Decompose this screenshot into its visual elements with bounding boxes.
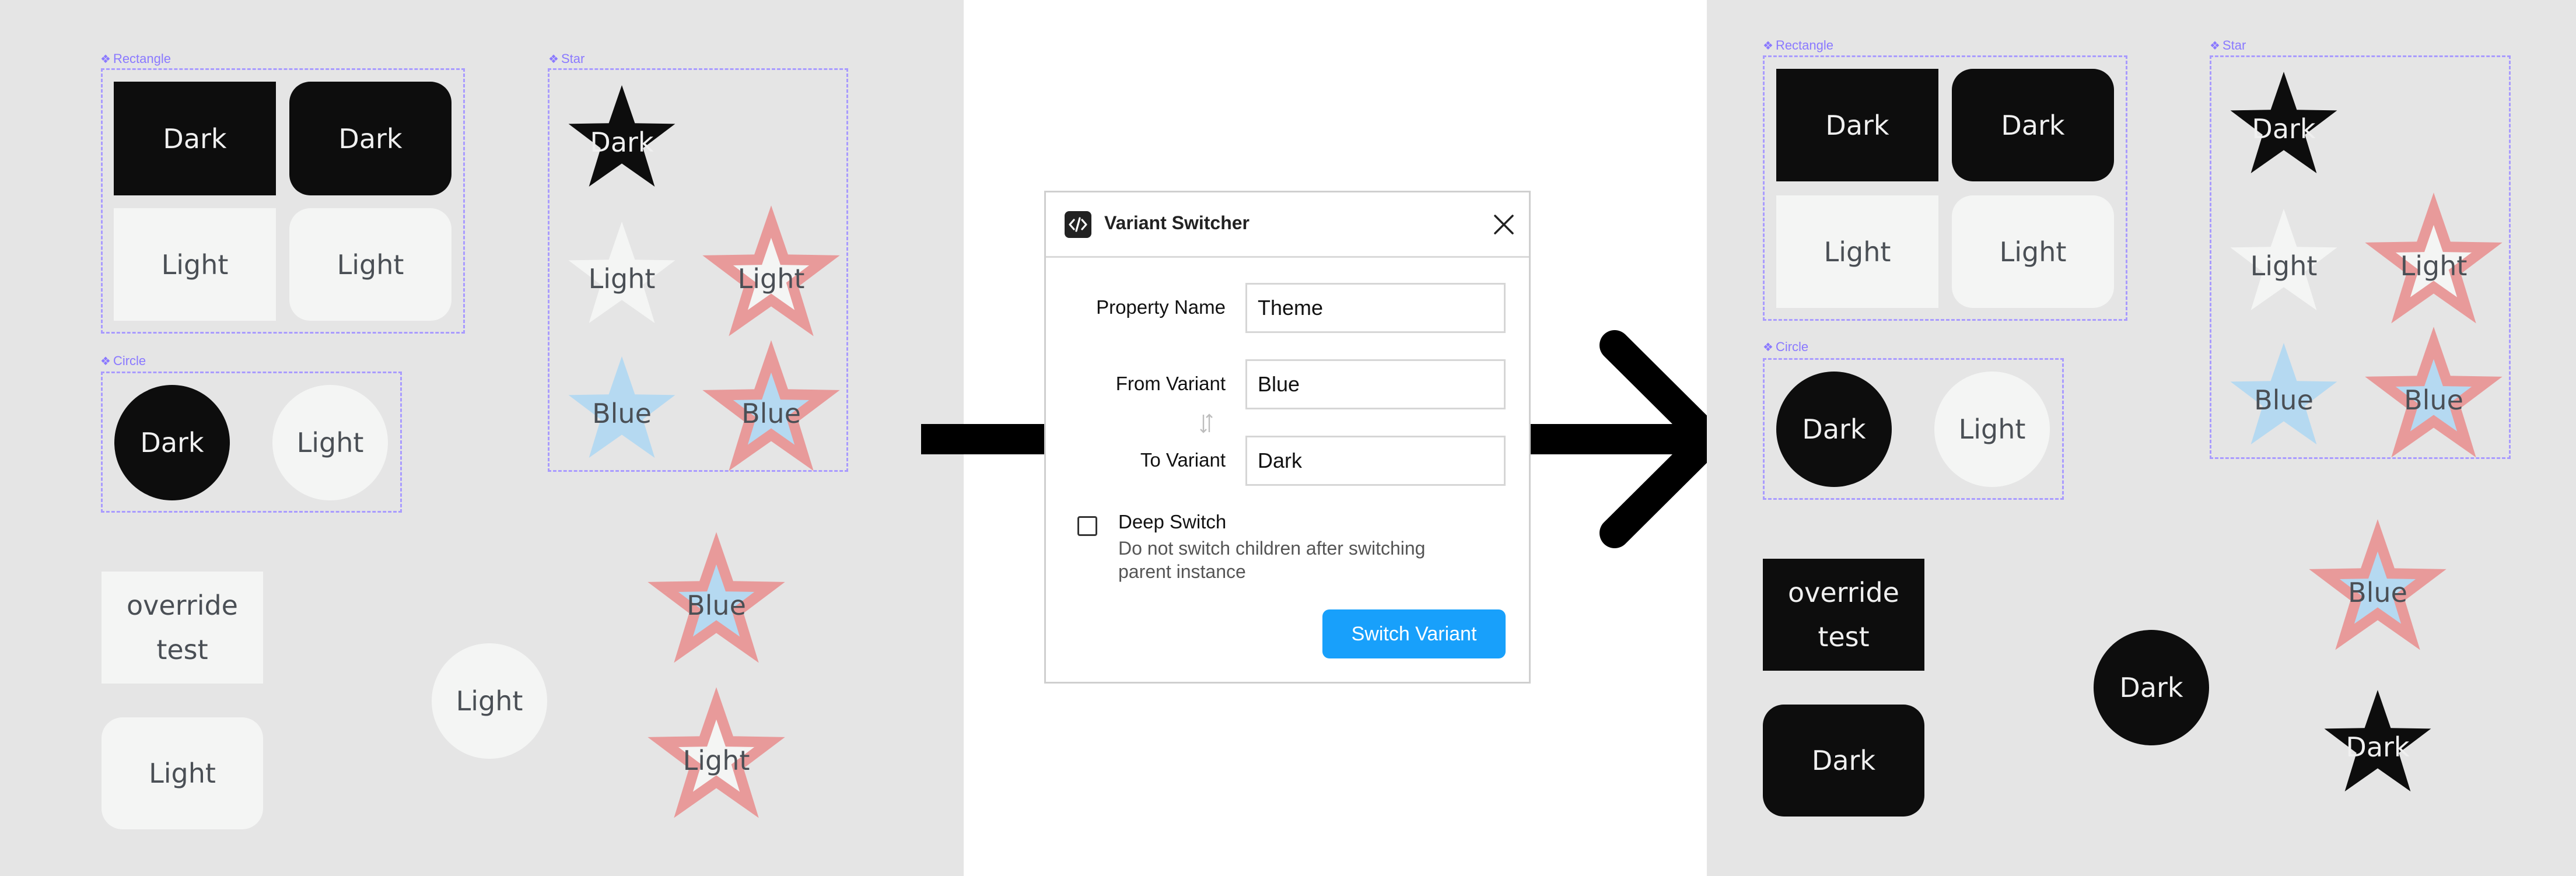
circle-group-label[interactable]: ❖ Circle xyxy=(100,353,146,369)
rectangle-light[interactable]: Light xyxy=(114,208,276,321)
star-blue-red-outline[interactable]: Blue xyxy=(2375,338,2492,455)
star-light-red-outline[interactable]: Light xyxy=(2375,204,2492,321)
component-icon: ❖ xyxy=(548,53,559,66)
circle-light-instance[interactable]: Light xyxy=(432,643,547,759)
rectangle-group-label[interactable]: ❖ Rectangle xyxy=(1763,38,1833,53)
dialog-title: Variant Switcher xyxy=(1104,212,1250,233)
circle-light[interactable]: Light xyxy=(1934,372,2050,487)
star-dark[interactable]: Dark xyxy=(564,80,680,197)
component-icon: ❖ xyxy=(1763,341,1773,354)
override-test-rectangle[interactable]: override test xyxy=(1763,559,1924,671)
rectangle-dark[interactable]: Dark xyxy=(1776,69,1938,181)
to-variant-input[interactable] xyxy=(1245,436,1506,486)
circle-light[interactable]: Light xyxy=(272,385,388,500)
component-icon: ❖ xyxy=(1763,40,1773,52)
rounded-rectangle-light[interactable]: Light xyxy=(1952,195,2114,308)
rounded-rectangle-light[interactable]: Light xyxy=(289,208,452,321)
star-blue-instance[interactable]: Blue xyxy=(2319,531,2436,647)
star-group-label[interactable]: ❖ Star xyxy=(2210,38,2246,53)
property-name-input[interactable] xyxy=(1245,283,1506,333)
circle-dark-instance[interactable]: Dark xyxy=(2094,630,2209,745)
code-icon xyxy=(1065,211,1091,238)
component-icon: ❖ xyxy=(100,53,111,66)
component-icon: ❖ xyxy=(100,355,111,368)
dialog-header: Variant Switcher xyxy=(1046,192,1529,258)
close-icon[interactable] xyxy=(1489,210,1518,239)
star-blue-instance[interactable]: Blue xyxy=(658,544,775,660)
rectangle-dark[interactable]: Dark xyxy=(114,82,276,195)
canvas-before: ❖ Rectangle Dark Dark Light Light ❖ Circle… xyxy=(0,0,964,876)
variant-switcher-dialog: Variant Switcher Property Name From Vari… xyxy=(1044,191,1531,684)
star-blue-red-outline[interactable]: Blue xyxy=(713,352,830,468)
circle-group-label[interactable]: ❖ Circle xyxy=(1763,339,1808,355)
star-light[interactable]: Light xyxy=(564,217,680,334)
circle-dark[interactable]: Dark xyxy=(114,385,230,500)
rounded-rectangle-dark-instance[interactable]: Dark xyxy=(1763,705,1924,817)
rectangle-group-label[interactable]: ❖ Rectangle xyxy=(100,51,171,66)
rectangle-light[interactable]: Light xyxy=(1776,195,1938,308)
rounded-rectangle-light-instance[interactable]: Light xyxy=(102,717,263,829)
override-test-rectangle[interactable]: override test xyxy=(102,572,263,684)
deep-switch-label: Deep Switch xyxy=(1118,511,1227,532)
circle-dark[interactable]: Dark xyxy=(1776,372,1892,487)
rounded-rectangle-dark[interactable]: Dark xyxy=(1952,69,2114,181)
star-blue[interactable]: Blue xyxy=(2225,338,2342,455)
star-dark-instance[interactable]: Dark xyxy=(2319,685,2436,802)
star-light[interactable]: Light xyxy=(2225,204,2342,321)
star-dark[interactable]: Dark xyxy=(2225,67,2342,184)
arrow-shaft-left xyxy=(921,424,1046,454)
star-light-instance[interactable]: Light xyxy=(658,699,775,815)
star-group-label[interactable]: ❖ Star xyxy=(548,51,584,66)
star-blue[interactable]: Blue xyxy=(564,352,680,468)
deep-switch-checkbox[interactable] xyxy=(1077,516,1097,536)
deep-switch-description: Do not switch children after switching p… xyxy=(1118,538,1426,582)
star-light-red-outline[interactable]: Light xyxy=(713,217,830,334)
switch-variant-button[interactable]: Switch Variant xyxy=(1322,609,1506,658)
canvas-after: ❖ Rectangle Dark Dark Light Light ❖ Circle… xyxy=(1707,0,2576,876)
component-icon: ❖ xyxy=(2210,40,2220,52)
rounded-rectangle-dark[interactable]: Dark xyxy=(289,82,452,195)
property-name-label: Property Name xyxy=(1096,296,1226,318)
swap-vertical-icon[interactable] xyxy=(1199,412,1214,435)
from-variant-input[interactable] xyxy=(1245,359,1506,409)
to-variant-label: To Variant xyxy=(1140,449,1226,471)
from-variant-label: From Variant xyxy=(1115,373,1226,394)
